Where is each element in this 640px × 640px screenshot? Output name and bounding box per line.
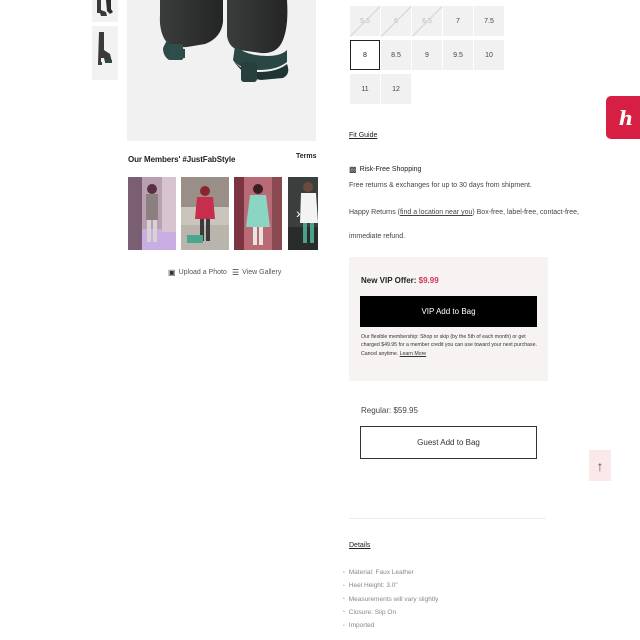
terms-link[interactable]: Terms — [296, 153, 317, 160]
guest-add-to-bag-button[interactable]: Guest Add to Bag — [360, 426, 537, 459]
detail-item: • Measurements will vary slightly — [343, 596, 438, 603]
member-photo-image — [181, 177, 229, 250]
detail-item: • Closure: Slip On — [343, 609, 396, 616]
size-option[interactable]: 9 — [412, 40, 442, 70]
size-option[interactable]: 7 — [443, 6, 473, 36]
section-divider — [349, 518, 546, 519]
view-gallery-link[interactable]: ☰ View Gallery — [232, 268, 281, 277]
happy-returns-suffix: ) Box-free, label-free, contact-free, — [472, 209, 579, 216]
size-option[interactable]: 6.5 — [412, 6, 442, 36]
detail-item-text: Material: Faux Leather — [348, 569, 414, 576]
member-photo-image — [234, 177, 282, 250]
list-icon: ☰ — [232, 268, 240, 277]
size-option[interactable]: 5.5 — [350, 6, 380, 36]
details-heading[interactable]: Details — [349, 542, 370, 549]
size-option[interactable]: 11 — [350, 74, 380, 104]
happy-returns-text: Happy Returns (find a location near you)… — [349, 209, 579, 216]
risk-free-heading: ▩ Risk-Free Shopping — [349, 165, 421, 174]
vip-fine-line-1: Our flexible membership: Shop or skip (b… — [361, 334, 526, 340]
detail-item-text: Closure: Slip On — [348, 608, 397, 616]
boot-thumbnail-image — [97, 0, 113, 16]
vip-offer-label: New VIP Offer: — [361, 276, 417, 285]
vip-fine-line-3: Cancel anytime. — [361, 350, 399, 357]
member-photo-3[interactable] — [234, 177, 282, 250]
arrow-up-icon: ↑ — [596, 457, 604, 474]
member-photo-image — [288, 177, 318, 250]
vip-offer-price: $9.99 — [418, 276, 439, 285]
view-gallery-label: View Gallery — [242, 269, 282, 276]
size-option[interactable]: 7.5 — [474, 6, 504, 36]
find-location-link[interactable]: find a location near you — [400, 209, 472, 216]
member-photo-4[interactable] — [288, 177, 318, 250]
vip-add-to-bag-button[interactable]: VIP Add to Bag — [360, 296, 537, 327]
detail-item: • Heel Height: 3.0" — [343, 582, 398, 589]
gift-icon: ▩ — [349, 165, 357, 174]
detail-item-text: Measurements will vary slightly — [348, 595, 439, 603]
learn-more-link[interactable]: Learn More — [400, 351, 427, 357]
upload-photo-label: Upload a Photo — [178, 269, 227, 276]
upload-photo-link[interactable]: ▣ Upload a Photo — [168, 268, 227, 277]
vip-fine-line-2: charged $49.95 for a member credit you c… — [361, 342, 537, 349]
back-to-top-button[interactable]: ↑ — [589, 450, 611, 481]
vip-fine-print: Our flexible membership: Shop or skip (b… — [361, 333, 539, 358]
vip-offer: New VIP Offer: $9.99 — [361, 276, 439, 285]
size-option[interactable]: 8 — [350, 40, 380, 70]
bullet-icon: • — [343, 569, 345, 576]
member-photo-2[interactable] — [181, 177, 229, 250]
member-photo-1[interactable] — [128, 177, 176, 250]
camera-icon: ▣ — [168, 268, 176, 277]
thumbnail-2[interactable] — [92, 26, 118, 80]
detail-item: • Material: Faux Leather — [343, 569, 414, 576]
honey-logo-icon: h — [618, 105, 634, 130]
bullet-icon: • — [343, 582, 345, 589]
regular-price: Regular: $59.95 — [361, 406, 418, 415]
detail-item-text: Imported — [348, 622, 375, 630]
bullet-icon: • — [343, 609, 345, 616]
member-photo-image — [128, 177, 176, 250]
boot-image — [159, 0, 289, 82]
regular-price-value: $59.95 — [393, 406, 418, 415]
bullet-icon: • — [343, 596, 345, 603]
size-option[interactable]: 8.5 — [381, 40, 411, 70]
regular-price-label: Regular: — [361, 406, 392, 415]
thumbnail-1[interactable] — [92, 0, 118, 22]
size-option[interactable]: 6 — [381, 6, 411, 36]
happy-returns-prefix: Happy Returns ( — [349, 209, 400, 216]
returns-text: Free returns & exchanges for up to 30 da… — [349, 182, 532, 189]
risk-free-title: Risk-Free Shopping — [359, 166, 422, 173]
fit-guide-link[interactable]: Fit Guide — [349, 132, 377, 139]
size-option[interactable]: 12 — [381, 74, 411, 104]
size-option[interactable]: 9.5 — [443, 40, 473, 70]
immediate-refund-text: immediate refund. — [349, 233, 406, 240]
boot-thumbnail-image — [98, 32, 112, 65]
detail-item-text: Heel Height: 3.0" — [348, 582, 398, 590]
honey-extension-button[interactable]: h — [606, 96, 640, 139]
product-main-image[interactable] — [127, 0, 316, 141]
chevron-right-icon[interactable]: › — [296, 205, 301, 221]
detail-item: • Imported — [343, 622, 374, 629]
bullet-icon: • — [343, 622, 345, 629]
size-option[interactable]: 10 — [474, 40, 504, 70]
members-gallery-title: Our Members' #JustFabStyle — [128, 155, 236, 164]
